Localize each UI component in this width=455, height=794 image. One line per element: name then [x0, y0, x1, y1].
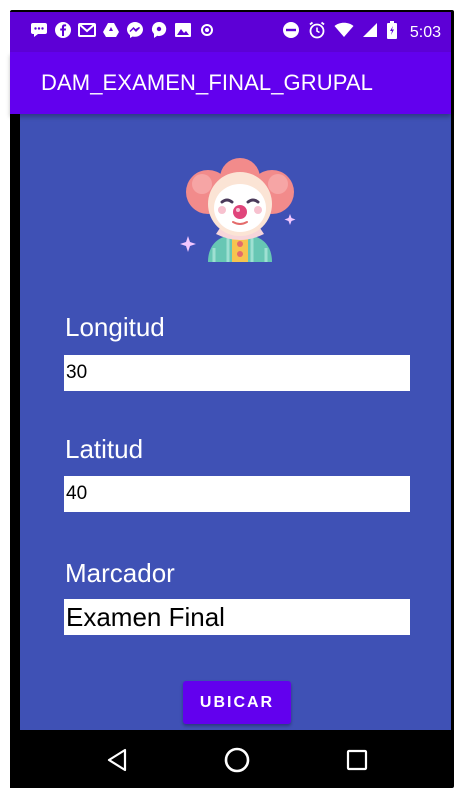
chat-icon: [150, 21, 168, 39]
message-icon: [30, 21, 48, 39]
wifi-icon: [334, 22, 354, 43]
photo-icon: [174, 21, 192, 39]
marcador-field[interactable]: [64, 599, 410, 635]
navigation-bar: [10, 730, 451, 788]
vpn-icon: [198, 21, 216, 39]
notification-icons: [30, 21, 216, 39]
marcador-label: Marcador: [65, 558, 175, 588]
longitud-label: Longitud: [65, 312, 165, 342]
system-icons: 5:03: [282, 21, 441, 44]
app-title: DAM_EXAMEN_FINAL_GRUPAL: [41, 70, 373, 95]
app-bar: DAM_EXAMEN_FINAL_GRUPAL: [10, 52, 451, 114]
home-icon[interactable]: [215, 740, 259, 780]
facebook-icon: [54, 21, 72, 39]
signal-icon: [362, 22, 378, 43]
latitud-label: Latitud: [65, 434, 144, 464]
status-bar: 5:03: [10, 12, 451, 52]
gmail-icon: [78, 21, 96, 39]
drive-icon: [102, 21, 120, 39]
alarm-icon: [308, 21, 326, 44]
messenger-icon: [126, 21, 144, 39]
clown-icon: [178, 158, 302, 270]
latitud-field[interactable]: [64, 476, 410, 512]
recents-icon[interactable]: [335, 740, 379, 780]
do-not-disturb-icon: [282, 21, 300, 44]
main-content: Longitud Latitud Marcador UBICAR: [20, 114, 451, 730]
battery-icon: [386, 21, 398, 44]
back-icon[interactable]: [95, 740, 139, 780]
longitud-field[interactable]: [64, 355, 410, 391]
status-time: 5:03: [409, 23, 441, 41]
ubicar-button[interactable]: UBICAR: [183, 681, 291, 724]
